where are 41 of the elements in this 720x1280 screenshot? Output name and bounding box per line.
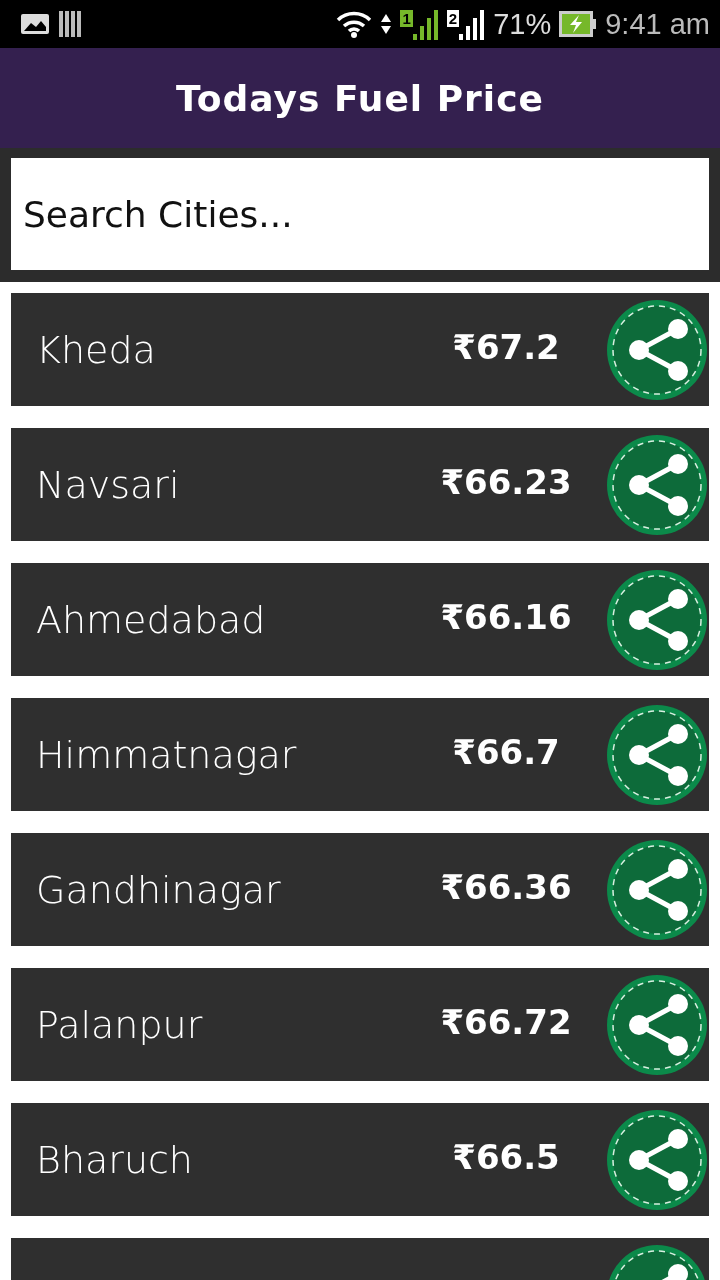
image-icon <box>20 13 50 35</box>
share-icon[interactable] <box>606 838 708 941</box>
clock: 9:41 am <box>605 7 710 41</box>
city-name: Navsari <box>36 462 181 507</box>
app-title: Todays Fuel Price <box>176 77 544 119</box>
fuel-price: ₹66.36 <box>439 866 573 907</box>
share-icon[interactable] <box>606 568 708 671</box>
share-icon[interactable] <box>606 1108 708 1211</box>
share-icon[interactable] <box>606 703 708 806</box>
city-card[interactable]: Himmatnagar ₹66.7 <box>11 698 709 811</box>
signal-icon <box>459 8 486 40</box>
fuel-price: ₹66.23 <box>439 461 573 502</box>
city-card[interactable]: Bharuch ₹66.5 <box>11 1103 709 1216</box>
city-card[interactable]: Navsari ₹66.23 <box>11 428 709 541</box>
city-name: Gandhinagar <box>36 867 282 912</box>
signal-icon <box>412 8 439 40</box>
data-arrows-icon <box>380 12 393 36</box>
city-name: Himmatnagar <box>36 732 298 777</box>
sim-number: 1 <box>400 10 413 27</box>
fuel-price: ₹67.2 <box>451 326 561 367</box>
city-name: Bharuch <box>36 1137 194 1182</box>
battery-percent: 71% <box>493 7 552 41</box>
city-card[interactable]: Gandhinagar ₹66.36 <box>11 833 709 946</box>
fuel-price: ₹66.16 <box>439 596 573 637</box>
sim-number: 2 <box>446 10 460 27</box>
fuel-price: ₹66.7 <box>451 731 561 772</box>
city-card[interactable]: Palanpur ₹66.72 <box>11 968 709 1081</box>
fuel-price: ₹66.5 <box>451 1136 561 1177</box>
wifi-icon <box>336 10 373 38</box>
city-card[interactable]: Ahmedabad ₹66.16 <box>11 563 709 676</box>
city-card[interactable]: Kheda ₹67.2 <box>11 293 709 406</box>
fuel-price: ₹66.72 <box>439 1001 573 1042</box>
share-icon[interactable] <box>606 973 708 1076</box>
share-icon[interactable] <box>606 298 708 401</box>
city-name: Ahmedabad <box>36 597 267 642</box>
city-name: Palanpur <box>36 1002 204 1047</box>
battery-charging-icon <box>559 11 598 37</box>
storage-icon <box>58 10 82 38</box>
share-icon[interactable] <box>606 433 708 536</box>
city-name: Kheda <box>36 327 157 372</box>
search-field[interactable]: Search Cities... <box>11 158 709 270</box>
